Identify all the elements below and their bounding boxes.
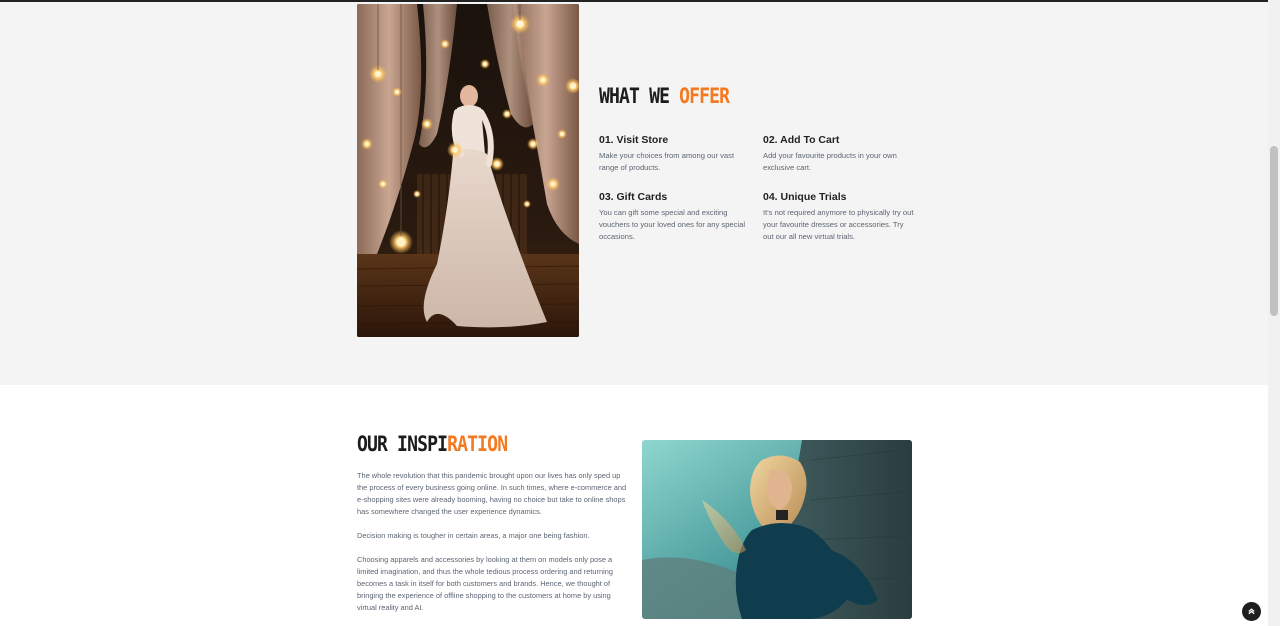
offer-heading-accent: OFFER — [679, 84, 730, 108]
back-to-top-button[interactable] — [1242, 602, 1261, 621]
offer-item-title: 04. Unique Trials — [763, 191, 847, 203]
bride-photo — [357, 4, 579, 337]
offer-item-text: It's not required anymore to physically … — [763, 208, 914, 241]
offer-heading-main: WHAT WE — [599, 84, 680, 108]
inspiration-text: The whole revolution that this pandemic … — [357, 470, 629, 626]
inspiration-photo — [642, 440, 912, 619]
offer-item-title: 02. Add To Cart — [763, 134, 840, 146]
scrollbar-thumb[interactable] — [1270, 146, 1278, 316]
inspiration-heading-accent: RATION — [447, 432, 508, 456]
inspiration-paragraph: Decision making is tougher in certain ar… — [357, 531, 590, 540]
inspiration-paragraph: Choosing apparels and accessories by loo… — [357, 555, 613, 612]
offer-item-title: 01. Visit Store — [599, 134, 669, 146]
offer-heading: WHAT WE OFFER — [599, 84, 730, 108]
chevron-up-icon — [1248, 608, 1255, 615]
page-scrollbar[interactable] — [1268, 0, 1280, 626]
offer-item-unique-trials: 04. Unique Trials It's not required anym… — [763, 191, 915, 243]
offer-item-gift-cards: 03. Gift Cards You can gift some special… — [599, 191, 751, 243]
inspiration-heading: OUR INSPIRATION — [357, 432, 508, 456]
inspiration-heading-main: OUR INSPI — [357, 432, 448, 456]
offer-item-text: Make your choices from among our vast ra… — [599, 151, 735, 172]
offer-item-text: You can gift some special and exciting v… — [599, 208, 746, 241]
offer-item-text: Add your favourite products in your own … — [763, 151, 897, 172]
offer-item-visit-store: 01. Visit Store Make your choices from a… — [599, 134, 751, 174]
inspiration-paragraph: The whole revolution that this pandemic … — [357, 471, 627, 516]
offer-item-title: 03. Gift Cards — [599, 191, 668, 203]
offer-item-add-to-cart: 02. Add To Cart Add your favourite produ… — [763, 134, 915, 174]
